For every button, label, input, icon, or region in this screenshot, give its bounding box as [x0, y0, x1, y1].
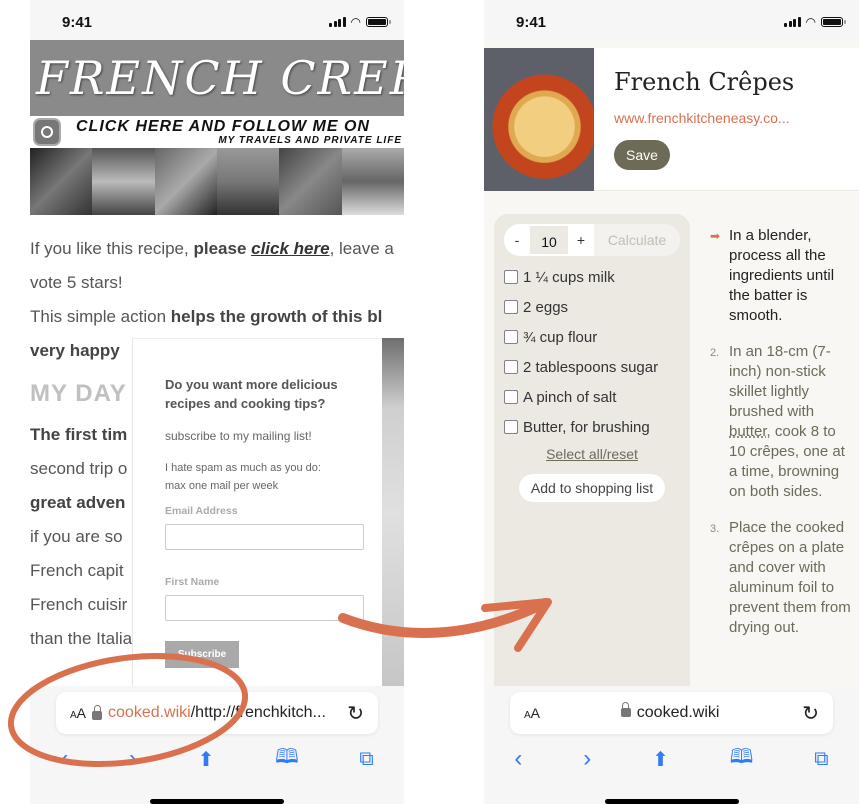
bookmarks-icon[interactable]: 🕮: [275, 742, 299, 776]
servings-scaler: - 10 + Calculate: [504, 224, 680, 256]
lock-icon: [620, 702, 631, 717]
recipe-source-link[interactable]: www.frenchkitcheneasy.co...: [614, 110, 790, 126]
cellular-signal-icon: [329, 17, 346, 27]
url-host: cooked.wiki: [108, 704, 191, 721]
forward-icon[interactable]: ›: [583, 745, 591, 773]
bookmarks-icon[interactable]: 🕮: [730, 742, 754, 776]
status-bar: 9:41 ◠: [484, 0, 859, 40]
cellular-signal-icon: [784, 17, 801, 27]
wifi-icon: ◠: [350, 15, 361, 29]
banner-title: FRENCH CREPES": [30, 40, 404, 116]
tabs-icon[interactable]: ⧉: [814, 748, 828, 771]
promo-banner[interactable]: FRENCH CREPES" CLICK HERE AND FOLLOW ME …: [30, 40, 404, 215]
battery-icon: [366, 17, 391, 27]
popup-spam-note: I hate spam as much as you do: max one m…: [165, 462, 321, 492]
step-item[interactable]: 2. In an 18-cm (7-inch) non-stick skille…: [710, 342, 855, 502]
ingredient-link-butter[interactable]: butter: [729, 423, 767, 440]
ingredient-item[interactable]: 1 ¼ cups milk: [504, 262, 680, 292]
forward-icon[interactable]: ›: [129, 745, 137, 773]
popup-side-image: [382, 338, 404, 688]
text-size-button[interactable]: AA: [524, 705, 540, 721]
first-name-field[interactable]: [165, 595, 364, 621]
select-all-reset-link[interactable]: Select all/reset: [504, 446, 680, 462]
email-field[interactable]: [165, 524, 364, 550]
back-icon[interactable]: ‹: [514, 745, 522, 773]
safari-toolbar: AA cooked.wiki ↻ ‹ › ⬆ 🕮 ⧉: [484, 686, 859, 804]
calculate-button[interactable]: Calculate: [594, 224, 680, 256]
status-time: 9:41: [62, 14, 93, 31]
save-button[interactable]: Save: [614, 140, 670, 170]
instagram-icon: [33, 118, 61, 146]
subscribe-button[interactable]: Subscribe: [165, 641, 239, 668]
ingredient-item[interactable]: Butter, for brushing: [504, 412, 680, 442]
ingredient-checkbox[interactable]: [504, 300, 518, 314]
address-bar[interactable]: AA cooked.wiki ↻: [510, 692, 833, 734]
safari-toolbar: AA cooked.wiki/http://frenchkitch... ↻ ‹…: [30, 686, 404, 804]
ingredient-checkbox[interactable]: [504, 330, 518, 344]
address-bar[interactable]: AA cooked.wiki/http://frenchkitch... ↻: [56, 692, 378, 734]
ingredient-item[interactable]: A pinch of salt: [504, 382, 680, 412]
tabs-icon[interactable]: ⧉: [359, 748, 373, 771]
url-host: cooked.wiki: [636, 704, 720, 721]
newsletter-popup: Do you want more delicious recipes and c…: [132, 338, 382, 688]
increase-button[interactable]: +: [568, 224, 594, 256]
left-phone-original-site: 9:41 ◠ FRENCH CREPES" CLICK HERE AND FOL…: [30, 0, 404, 804]
status-time: 9:41: [516, 14, 547, 31]
recipe-header: French Crêpes www.frenchkitcheneasy.co..…: [484, 48, 859, 191]
quantity-input[interactable]: 10: [530, 224, 568, 256]
ingredient-item[interactable]: 2 eggs: [504, 292, 680, 322]
add-to-shopping-list-button[interactable]: Add to shopping list: [518, 474, 666, 502]
battery-icon: [821, 17, 846, 27]
follow-subtext: MY TRAVELS AND PRIVATE LIFE: [218, 135, 402, 146]
reload-icon[interactable]: ↻: [347, 701, 364, 726]
first-name-label: First Name: [165, 576, 220, 588]
home-indicator: [150, 799, 284, 804]
right-phone-cooked-wiki: 9:41 ◠ French Crêpes www.frenchkitchenea…: [484, 0, 859, 804]
follow-text: CLICK HERE AND FOLLOW ME ON: [76, 118, 370, 135]
home-indicator: [604, 799, 739, 804]
url-path: /http://frenchkitch...: [190, 704, 326, 721]
ingredient-checkbox[interactable]: [504, 360, 518, 374]
instruction-steps: ➡ In a blender, process all the ingredie…: [710, 226, 855, 654]
ingredient-checkbox[interactable]: [504, 390, 518, 404]
nav-row: ‹ › ⬆ 🕮 ⧉: [484, 744, 859, 774]
ingredient-checkbox[interactable]: [504, 270, 518, 284]
popup-heading: Do you want more delicious recipes and c…: [165, 377, 338, 411]
status-bar: 9:41 ◠: [30, 0, 404, 40]
instagram-follow-strip[interactable]: CLICK HERE AND FOLLOW ME ON MY TRAVELS A…: [30, 116, 404, 148]
lock-icon: [92, 704, 103, 720]
reload-icon[interactable]: ↻: [802, 701, 819, 726]
email-label: Email Address: [165, 505, 238, 517]
ingredient-item[interactable]: 2 tablespoons sugar: [504, 352, 680, 382]
ingredients-panel: - 10 + Calculate 1 ¼ cups milk 2 eggs ¾ …: [494, 214, 690, 694]
ingredient-list: 1 ¼ cups milk 2 eggs ¾ cup flour 2 table…: [504, 262, 680, 442]
ingredient-checkbox[interactable]: [504, 420, 518, 434]
popup-subtitle: subscribe to my mailing list!: [165, 429, 312, 443]
step-item[interactable]: ➡ In a blender, process all the ingredie…: [710, 226, 855, 326]
back-icon[interactable]: ‹: [60, 745, 68, 773]
share-icon[interactable]: ⬆: [198, 747, 215, 772]
text-size-button[interactable]: AA: [70, 705, 86, 721]
decrease-button[interactable]: -: [504, 224, 530, 256]
step-item[interactable]: 3. Place the cooked crêpes on a plate an…: [710, 518, 855, 638]
wifi-icon: ◠: [805, 15, 816, 29]
ingredient-item[interactable]: ¾ cup flour: [504, 322, 680, 352]
recipe-photo: [484, 48, 594, 191]
recipe-title: French Crêpes: [614, 68, 795, 96]
current-step-arrow-icon: ➡: [710, 229, 721, 243]
click-here-link[interactable]: click here: [251, 239, 329, 258]
share-icon[interactable]: ⬆: [652, 747, 669, 772]
banner-photo-strip: [30, 148, 404, 215]
nav-row: ‹ › ⬆ 🕮 ⧉: [30, 744, 404, 774]
